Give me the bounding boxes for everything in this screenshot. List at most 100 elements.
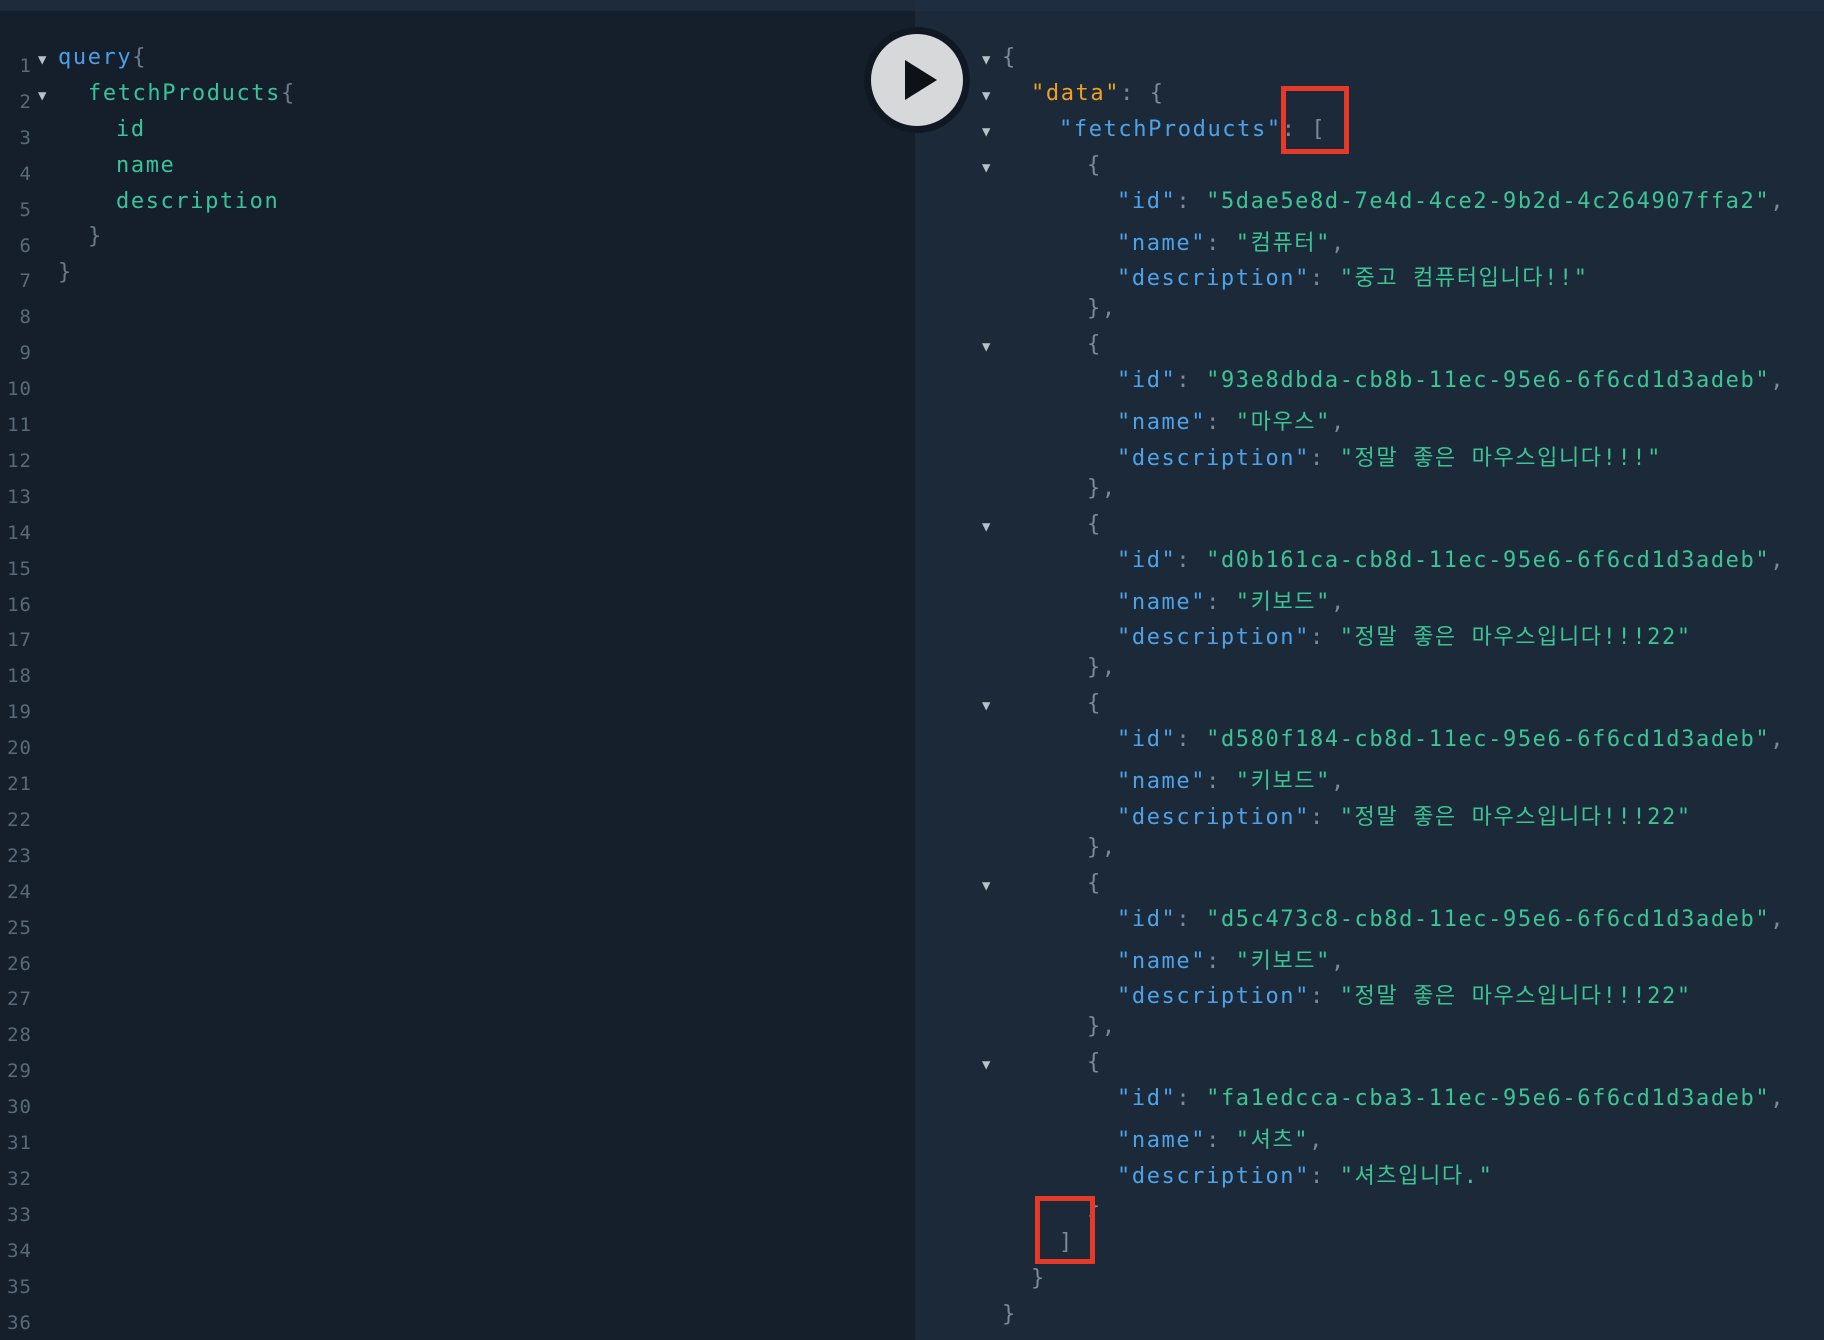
- field-name: name: [116, 153, 176, 178]
- fold-toggle-icon[interactable]: ▼: [982, 519, 990, 535]
- run-query-button[interactable]: [864, 27, 970, 133]
- fold-toggle-icon[interactable]: ▼: [982, 1057, 990, 1073]
- fold-toggle-icon[interactable]: ▼: [982, 339, 990, 355]
- line-number: 25: [7, 916, 32, 939]
- close-brace: }: [88, 224, 103, 249]
- query-keyword: query: [58, 45, 133, 70]
- line-number: 18: [7, 665, 32, 688]
- product-description-line: "description": "중고 컴퓨터입니다!!": [1117, 266, 1589, 292]
- product-description-line: "description": "정말 좋은 마우스입니다!!!22": [1117, 804, 1692, 830]
- product-description-line: "description": "셔츠입니다.": [1117, 1163, 1494, 1189]
- name-key: "name": [1117, 410, 1207, 435]
- product-name-value: "마우스": [1235, 410, 1331, 435]
- result-viewer[interactable]: ▼{▼ "data": {▼ "fetchProducts": [▼{"id": "…: [915, 11, 1824, 1340]
- product-id-value: "d0b161ca-cb8d-11ec-95e6-6f6cd1d3adeb": [1206, 547, 1771, 573]
- fold-toggle-icon[interactable]: ▼: [982, 124, 990, 140]
- id-key: "id": [1117, 1086, 1177, 1112]
- line-number: 21: [7, 773, 32, 795]
- product-id-line: "id": "93e8dbda-cb8b-11ec-95e6-6f6cd1d3a…: [1117, 368, 1786, 394]
- product-name-value: "컴퓨터": [1235, 230, 1331, 256]
- id-key: "id": [1117, 547, 1177, 573]
- line-number: 17: [7, 629, 32, 652]
- json-root-open: {: [1002, 45, 1017, 70]
- line-number: 5: [19, 198, 32, 221]
- line-number: 16: [7, 593, 32, 616]
- fold-toggle-icon[interactable]: ▼: [38, 88, 46, 104]
- line-number-gutter: 1 2 3 4 5 6 7 8 9 10 11 12 13 14 15 16 17 18 19 20 21 22 23 24 2…: [0, 11, 56, 1340]
- line-number: 23: [7, 844, 32, 867]
- product-open-brace: {: [1087, 870, 1102, 896]
- product-name-line: "name": "셔츠",: [1117, 1128, 1325, 1153]
- product-id-value: "5dae5e8d-7e4d-4ce2-9b2d-4c264907ffa2": [1206, 188, 1771, 214]
- fold-toggle-icon[interactable]: ▼: [982, 52, 990, 68]
- code-line-2: fetchProducts{: [88, 81, 296, 106]
- product-name-line: "name": "컴퓨터",: [1117, 230, 1346, 256]
- description-key: "description": [1117, 984, 1310, 1010]
- line-number: 2: [19, 90, 32, 113]
- code-line-1: query{: [58, 45, 147, 70]
- product-close-brace: },: [1087, 834, 1117, 860]
- product-name-line: "name": "마우스",: [1117, 410, 1346, 435]
- product-description-value: "중고 컴퓨터입니다!!": [1339, 266, 1589, 292]
- product-name-line: "name": "키보드",: [1117, 769, 1346, 794]
- product-description-value: "정말 좋은 마우스입니다!!!22": [1339, 625, 1692, 651]
- data-key: "data": [1031, 80, 1121, 106]
- play-icon: [905, 60, 937, 100]
- product-open-brace: {: [1087, 152, 1102, 178]
- fold-toggle-icon[interactable]: ▼: [982, 88, 990, 104]
- id-key: "id": [1117, 368, 1177, 394]
- fold-toggle-icon[interactable]: ▼: [982, 698, 990, 714]
- run-button-face[interactable]: [871, 34, 963, 126]
- product-id-line: "id": "d580f184-cb8d-11ec-95e6-6f6cd1d3a…: [1117, 727, 1786, 753]
- product-description-value: "정말 좋은 마우스입니다!!!22": [1339, 804, 1692, 830]
- line-number: 36: [7, 1311, 32, 1334]
- fold-toggle-icon[interactable]: ▼: [982, 160, 990, 176]
- product-id-value: "d5c473c8-cb8d-11ec-95e6-6f6cd1d3adeb": [1206, 906, 1771, 932]
- description-key: "description": [1117, 1163, 1310, 1189]
- product-name-value: "키보드": [1235, 589, 1331, 615]
- close-brace: }: [58, 260, 73, 285]
- product-id-line: "id": "d5c473c8-cb8d-11ec-95e6-6f6cd1d3a…: [1117, 906, 1786, 932]
- product-id-line: "id": "d0b161ca-cb8d-11ec-95e6-6f6cd1d3a…: [1117, 547, 1786, 573]
- name-key: "name": [1117, 230, 1207, 256]
- product-description-value: "정말 좋은 마우스입니다!!!22": [1339, 984, 1692, 1010]
- line-number: 30: [7, 1096, 32, 1119]
- line-number: 26: [7, 952, 32, 975]
- highlight-close-bracket: [1035, 1196, 1095, 1264]
- product-open-brace: {: [1087, 332, 1102, 358]
- fold-toggle-icon[interactable]: ▼: [982, 878, 990, 894]
- line-number: 3: [19, 126, 32, 149]
- product-name-line: "name": "키보드",: [1117, 589, 1346, 615]
- name-key: "name": [1117, 1128, 1207, 1153]
- product-id-value: "fa1edcca-cba3-11ec-95e6-6f6cd1d3adeb": [1206, 1086, 1771, 1112]
- id-key: "id": [1117, 906, 1177, 932]
- fold-toggle-icon[interactable]: ▼: [38, 52, 46, 68]
- product-description-value: "셔츠입니다.": [1339, 1163, 1494, 1189]
- line-number: 19: [7, 701, 32, 724]
- query-editor[interactable]: 1 2 3 4 5 6 7 8 9 10 11 12 13 14 15 16 17 18 19 20 21 22 23 24 2…: [0, 11, 915, 1340]
- name-key: "name": [1117, 948, 1207, 974]
- product-description-line: "description": "정말 좋은 마우스입니다!!!22": [1117, 984, 1692, 1010]
- product-open-brace: {: [1087, 511, 1102, 537]
- product-id-line: "id": "fa1edcca-cba3-11ec-95e6-6f6cd1d3a…: [1117, 1086, 1786, 1112]
- product-close-brace: },: [1087, 475, 1117, 501]
- line-number: 7: [19, 270, 32, 293]
- product-id-value: "93e8dbda-cb8b-11ec-95e6-6f6cd1d3adeb": [1206, 368, 1771, 394]
- line-number: 28: [7, 1024, 32, 1047]
- line-number: 15: [7, 557, 32, 580]
- json-open-brace: {: [1002, 45, 1017, 70]
- line-number: 31: [7, 1132, 32, 1154]
- description-key: "description": [1117, 445, 1310, 471]
- description-key: "description": [1117, 804, 1310, 830]
- top-bar: [0, 0, 915, 11]
- line-number: 11: [7, 414, 32, 436]
- name-key: "name": [1117, 589, 1207, 615]
- line-number: 20: [7, 737, 32, 760]
- highlight-open-bracket: [1281, 86, 1349, 154]
- product-description-line: "description": "정말 좋은 마우스입니다!!!": [1117, 445, 1663, 471]
- product-name-line: "name": "키보드",: [1117, 948, 1346, 974]
- product-description-value: "정말 좋은 마우스입니다!!!": [1339, 445, 1663, 471]
- product-name-value: "셔츠": [1235, 1128, 1310, 1153]
- product-id-value: "d580f184-cb8d-11ec-95e6-6f6cd1d3adeb": [1206, 727, 1771, 753]
- line-number: 12: [7, 449, 32, 472]
